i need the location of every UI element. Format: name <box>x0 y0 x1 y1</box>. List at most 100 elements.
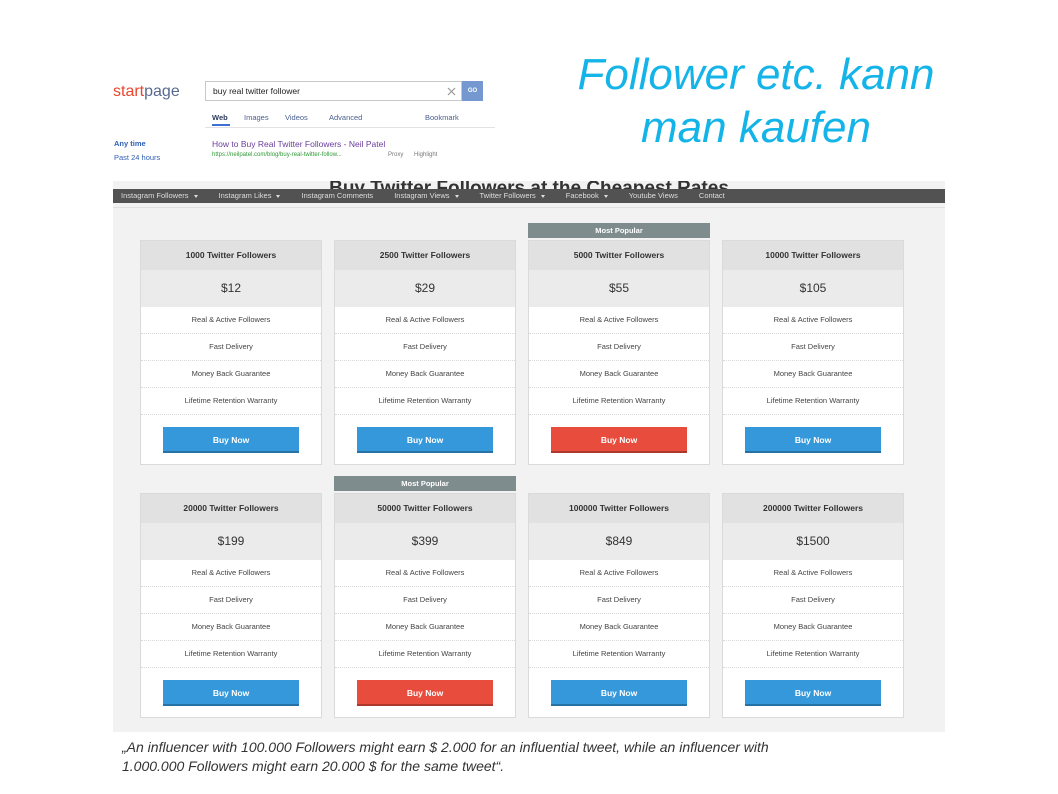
nav-item-instagram-likes[interactable]: Instagram Likes <box>219 189 281 203</box>
plan-feature: Real & Active Followers <box>723 307 903 334</box>
plan-feature-list: Real & Active Followers Fast Delivery Mone… <box>141 307 321 415</box>
plan-feature: Real & Active Followers <box>529 560 709 587</box>
pricing-page-screenshot: Buy Twitter Followers at the Cheapest Ra… <box>113 181 945 732</box>
plan-cell: 10000 Twitter Followers $105 Real & Active… <box>722 223 904 465</box>
startpage-logo[interactable]: startpage <box>113 82 180 102</box>
buy-now-button[interactable]: Buy Now <box>745 427 881 453</box>
buy-now-button[interactable]: Buy Now <box>551 427 687 453</box>
slide-title: Follower etc. kann man kaufen <box>540 48 972 154</box>
plan-feature: Lifetime Retention Warranty <box>529 641 709 668</box>
most-popular-badge: Most Popular <box>334 476 516 491</box>
plan-footer: Buy Now <box>335 668 515 717</box>
nav-item-facebook[interactable]: Facebook <box>566 189 608 203</box>
plan-feature: Fast Delivery <box>529 587 709 614</box>
plan-feature: Fast Delivery <box>529 334 709 361</box>
plan-feature-list: Real & Active Followers Fast Delivery Mone… <box>529 307 709 415</box>
plan-footer: Buy Now <box>141 415 321 464</box>
result-title-link[interactable]: How to Buy Real Twitter Followers - Neil… <box>212 139 385 150</box>
plan-feature-list: Real & Active Followers Fast Delivery Mone… <box>723 307 903 415</box>
nav-item-label: Twitter Followers <box>479 191 536 200</box>
plan-price: $12 <box>141 270 321 307</box>
nav-item-instagram-followers[interactable]: Instagram Followers <box>121 189 198 203</box>
plan-price: $199 <box>141 523 321 560</box>
plan-footer: Buy Now <box>529 415 709 464</box>
plan-feature-list: Real & Active Followers Fast Delivery Mone… <box>723 560 903 668</box>
plan-feature-list: Real & Active Followers Fast Delivery Mone… <box>335 560 515 668</box>
nav-item-label: Instagram Views <box>394 191 450 200</box>
quote-line-2: 1.000.000 Followers might earn 20.000 $ … <box>122 758 505 774</box>
plan-price: $849 <box>529 523 709 560</box>
plan-feature: Money Back Guarantee <box>723 361 903 388</box>
plan-feature: Real & Active Followers <box>335 560 515 587</box>
tab-web[interactable]: Web <box>212 113 228 123</box>
plan-title: 20000 Twitter Followers <box>141 494 321 523</box>
highlight-link[interactable]: Highlight <box>414 151 437 159</box>
bookmark-link[interactable]: Bookmark <box>425 113 459 123</box>
plan-title: 10000 Twitter Followers <box>723 241 903 270</box>
nav-item-contact[interactable]: Contact <box>699 189 725 203</box>
nav-item-label: Facebook <box>565 191 599 200</box>
filter-past-24-hours[interactable]: Past 24 hours <box>114 153 160 163</box>
nav-item-label: Youtube Views <box>628 191 678 200</box>
caret-down-icon <box>603 194 608 198</box>
nav-item-label: Instagram Followers <box>121 191 189 200</box>
plan-footer: Buy Now <box>141 668 321 717</box>
site-nav: Instagram Followers Instagram Likes Instag… <box>113 189 945 203</box>
plan-feature: Money Back Guarantee <box>141 614 321 641</box>
search-query: buy real twitter follower <box>213 86 300 96</box>
nav-item-label: Instagram Likes <box>218 191 272 200</box>
plan-feature: Money Back Guarantee <box>141 361 321 388</box>
plan-feature: Fast Delivery <box>141 334 321 361</box>
search-input[interactable]: buy real twitter follower <box>205 81 462 101</box>
plan-feature: Real & Active Followers <box>141 560 321 587</box>
nav-item-instagram-views[interactable]: Instagram Views <box>394 189 459 203</box>
plan-title: 200000 Twitter Followers <box>723 494 903 523</box>
plan-feature: Money Back Guarantee <box>529 614 709 641</box>
plan-cell: Most Popular 5000 Twitter Followers $55 Rea… <box>528 223 710 465</box>
plan-title: 5000 Twitter Followers <box>529 241 709 270</box>
buy-now-button[interactable]: Buy Now <box>163 680 299 706</box>
plan-price: $55 <box>529 270 709 307</box>
plan-feature: Fast Delivery <box>335 587 515 614</box>
nav-item-instagram-comments[interactable]: Instagram Comments <box>301 189 373 203</box>
plan-card: 5000 Twitter Followers $55 Real & Active F… <box>528 240 710 465</box>
plan-feature: Fast Delivery <box>335 334 515 361</box>
plan-feature: Fast Delivery <box>141 587 321 614</box>
search-results-screenshot: startpage buy real twitter follower GO W… <box>110 76 500 164</box>
tab-advanced[interactable]: Advanced <box>329 113 362 123</box>
plan-cell: 1000 Twitter Followers $12 Real & Active F… <box>140 223 322 465</box>
plan-feature-list: Real & Active Followers Fast Delivery Mone… <box>335 307 515 415</box>
plan-feature: Money Back Guarantee <box>723 614 903 641</box>
buy-now-button[interactable]: Buy Now <box>163 427 299 453</box>
plan-feature: Lifetime Retention Warranty <box>141 641 321 668</box>
plan-cell: 2500 Twitter Followers $29 Real & Active F… <box>334 223 516 465</box>
plan-feature: Lifetime Retention Warranty <box>335 388 515 415</box>
plan-card: 200000 Twitter Followers $1500 Real & Acti… <box>722 493 904 718</box>
go-button[interactable]: GO <box>462 81 483 101</box>
buy-now-button[interactable]: Buy Now <box>357 427 493 453</box>
tabs-divider <box>205 127 495 128</box>
caret-down-icon <box>454 194 459 198</box>
buy-now-button[interactable]: Buy Now <box>357 680 493 706</box>
plan-feature-list: Real & Active Followers Fast Delivery Mone… <box>141 560 321 668</box>
plan-cell: 100000 Twitter Followers $849 Real & Activ… <box>528 476 710 718</box>
tab-images[interactable]: Images <box>244 113 269 123</box>
plan-feature: Real & Active Followers <box>141 307 321 334</box>
tab-videos[interactable]: Videos <box>285 113 308 123</box>
plan-footer: Buy Now <box>335 415 515 464</box>
logo-page-text: page <box>144 83 180 100</box>
buy-now-button[interactable]: Buy Now <box>551 680 687 706</box>
plan-title: 100000 Twitter Followers <box>529 494 709 523</box>
buy-now-button[interactable]: Buy Now <box>745 680 881 706</box>
result-url: https://neilpatel.com/blog/buy-real-twit… <box>212 152 342 158</box>
proxy-link[interactable]: Proxy <box>388 151 403 159</box>
close-icon[interactable] <box>447 87 456 96</box>
plan-price: $29 <box>335 270 515 307</box>
plan-card: 2500 Twitter Followers $29 Real & Active F… <box>334 240 516 465</box>
plan-title: 50000 Twitter Followers <box>335 494 515 523</box>
filter-any-time[interactable]: Any time <box>114 139 146 149</box>
plan-feature: Money Back Guarantee <box>335 361 515 388</box>
nav-item-twitter-followers[interactable]: Twitter Followers <box>480 189 545 203</box>
nav-item-label: Contact <box>698 191 725 200</box>
nav-item-youtube-views[interactable]: Youtube Views <box>629 189 678 203</box>
